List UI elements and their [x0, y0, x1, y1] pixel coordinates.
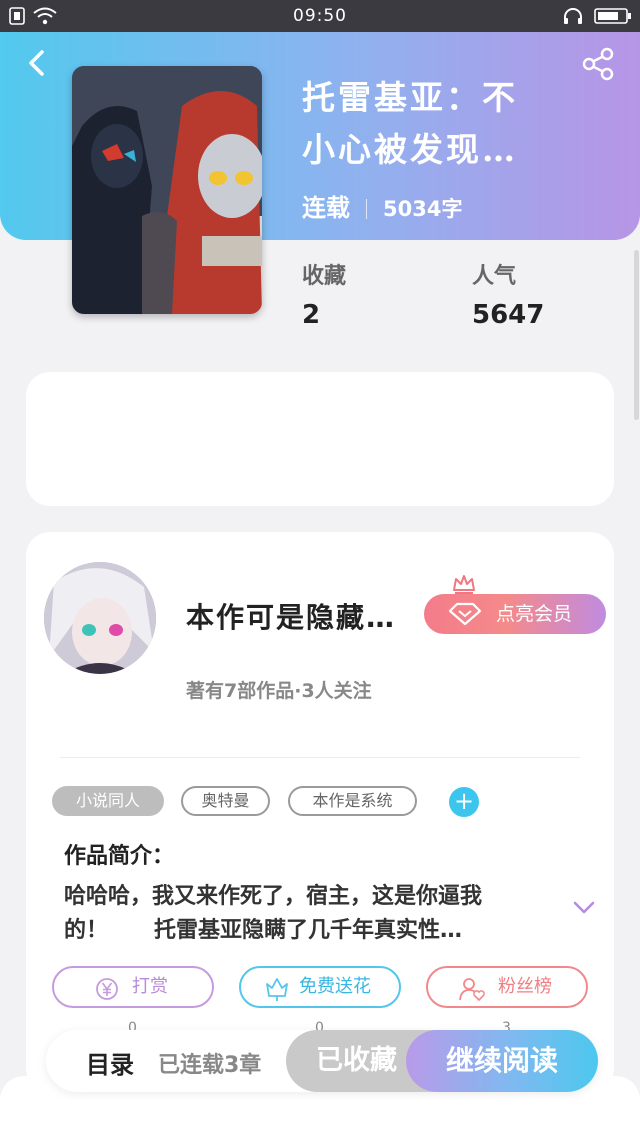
book-title: 托雷基亚：不 小心被发现… — [302, 72, 547, 176]
serial-status: 连载 — [302, 194, 350, 222]
author-avatar[interactable] — [44, 562, 156, 674]
cover-artwork — [72, 66, 262, 314]
add-tag-button[interactable]: + — [449, 787, 479, 817]
send-flower-button[interactable]: 免费送花 — [239, 966, 401, 1008]
diamond-icon — [448, 602, 482, 626]
back-icon[interactable] — [20, 46, 54, 80]
avatar-artwork — [44, 562, 156, 674]
send-flower-label: 免费送花 — [299, 976, 371, 997]
section-divider — [60, 757, 580, 758]
fan-rank-icon — [459, 978, 485, 1002]
book-cover-image[interactable] — [72, 66, 262, 314]
share-icon[interactable] — [580, 46, 616, 82]
tag-ultraman[interactable]: 奥特曼 — [181, 786, 270, 816]
popularity-label: 人气 — [472, 264, 517, 289]
status-bar: 09:50 — [0, 0, 640, 32]
continue-reading-button[interactable]: 继续阅读 — [406, 1030, 598, 1092]
book-title-line-2: 小心被发现… — [302, 130, 518, 169]
popularity-count: 5647 — [472, 300, 545, 330]
yen-coin-icon — [96, 978, 118, 1000]
author-name[interactable]: 本作可是隐藏… — [186, 596, 396, 636]
scrollbar-thumb[interactable] — [634, 250, 639, 420]
activate-vip-button[interactable]: 点亮会员 — [424, 594, 606, 634]
book-meta: 连载 5034字 — [302, 188, 462, 223]
fan-ranking-button[interactable]: 粉丝榜 — [426, 966, 588, 1008]
favorites-label: 收藏 — [302, 264, 347, 289]
book-title-line-1: 托雷基亚：不 — [302, 78, 518, 117]
crown-icon — [453, 575, 475, 594]
tag-fan-fiction[interactable]: 小说同人 — [52, 786, 164, 816]
status-time: 09:50 — [293, 6, 347, 26]
favorites-count: 2 — [302, 300, 321, 330]
table-of-contents-button[interactable]: 目录 — [86, 1045, 134, 1080]
tag-system[interactable]: 本作是系统 — [288, 786, 417, 816]
meta-divider — [366, 199, 367, 219]
intro-text: 哈哈哈，我又来作死了，宿主，这是你逼我 的！ 托雷基亚隐瞒了几千年真实性… — [64, 884, 483, 943]
word-count: 5034字 — [383, 197, 463, 221]
author-works-followers: 著有7部作品·3人关注 — [186, 680, 372, 702]
tip-button-label: 打赏 — [132, 976, 168, 997]
battery-icon — [594, 8, 631, 24]
intro-title: 作品简介： — [64, 844, 175, 869]
headphones-icon — [564, 8, 582, 24]
vip-button-label: 点亮会员 — [496, 603, 573, 625]
chevron-down-icon[interactable] — [572, 898, 596, 916]
flower-icon — [266, 978, 288, 1001]
empty-info-card — [26, 372, 614, 506]
chapter-count[interactable]: 已连载3章 — [158, 1047, 261, 1079]
fan-ranking-label: 粉丝榜 — [498, 976, 552, 997]
tip-button[interactable]: 打赏 — [52, 966, 214, 1008]
